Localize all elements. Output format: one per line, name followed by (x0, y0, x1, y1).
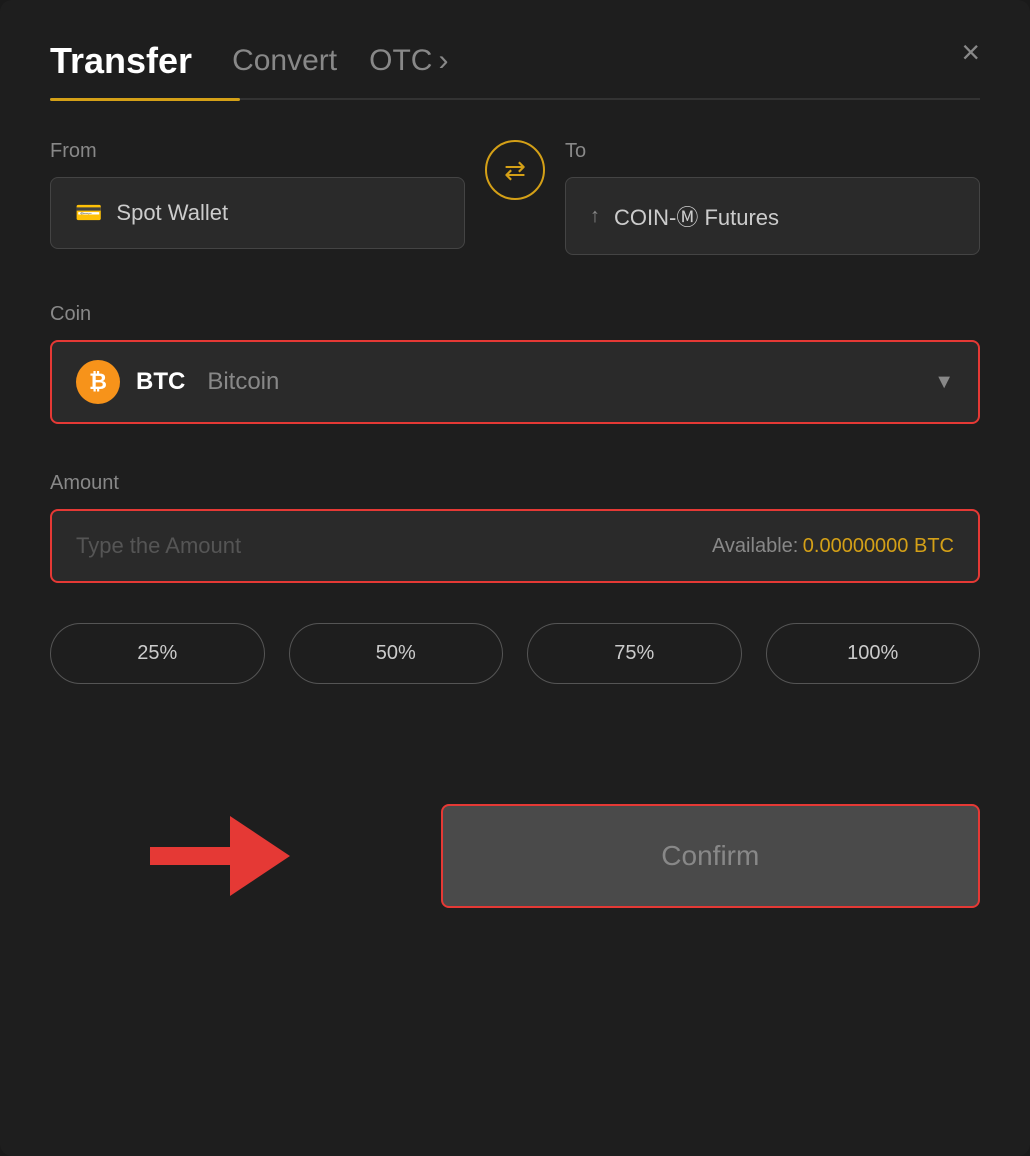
amount-section: Amount Type the Amount Available: 0.0000… (50, 472, 980, 583)
coin-full-name: Bitcoin (207, 368, 279, 396)
btc-coin-icon: ₿ (76, 360, 120, 404)
tab-divider (50, 98, 980, 100)
pct-75-button[interactable]: 75% (527, 623, 742, 684)
from-wallet-label: Spot Wallet (116, 200, 228, 226)
coin-section: Coin ₿ BTC Bitcoin ▼ (50, 303, 980, 424)
arrow-indicator (150, 816, 290, 896)
available-label: Available: (712, 535, 798, 557)
arrow-shaft (150, 847, 230, 865)
wallet-card-icon: 💳 (75, 200, 102, 226)
modal-header: Transfer Convert OTC › × (50, 40, 980, 98)
tab-otc[interactable]: OTC › (369, 44, 448, 94)
arrow-head (230, 816, 290, 896)
close-button[interactable]: × (961, 36, 980, 68)
swap-button[interactable]: ⇄ (485, 140, 545, 200)
tab-convert[interactable]: Convert (232, 44, 337, 94)
futures-icon: ↑ (590, 205, 600, 228)
to-block: To ↑ COIN-Ⓜ Futures (565, 140, 980, 255)
active-tab-indicator (50, 98, 240, 101)
amount-label: Amount (50, 472, 980, 495)
to-label: To (565, 140, 980, 163)
amount-input-container[interactable]: Type the Amount Available: 0.00000000 BT… (50, 509, 980, 583)
confirm-button[interactable]: Confirm (441, 804, 980, 908)
pct-100-button[interactable]: 100% (766, 623, 981, 684)
coin-symbol: BTC (136, 368, 185, 396)
from-to-section: From 💳 Spot Wallet ⇄ To ↑ COIN-Ⓜ Futures (50, 140, 980, 255)
from-block: From 💳 Spot Wallet (50, 140, 465, 249)
from-wallet-selector[interactable]: 💳 Spot Wallet (50, 177, 465, 249)
coin-label: Coin (50, 303, 980, 326)
available-value: 0.00000000 BTC (803, 535, 954, 557)
swap-button-container: ⇄ (465, 140, 565, 214)
to-wallet-label: COIN-Ⓜ Futures (614, 200, 779, 232)
transfer-modal: Transfer Convert OTC › × From 💳 Spot Wal… (0, 0, 1030, 1156)
pct-50-button[interactable]: 50% (289, 623, 504, 684)
to-wallet-selector[interactable]: ↑ COIN-Ⓜ Futures (565, 177, 980, 255)
swap-icon: ⇄ (504, 155, 526, 186)
coin-selector[interactable]: ₿ BTC Bitcoin ▼ (50, 340, 980, 424)
available-info: Available: 0.00000000 BTC (712, 535, 954, 558)
tab-transfer[interactable]: Transfer (50, 40, 192, 98)
percentage-buttons: 25% 50% 75% 100% (50, 623, 980, 684)
chevron-down-icon: ▼ (934, 371, 954, 394)
confirm-section: Confirm (50, 804, 980, 908)
amount-placeholder: Type the Amount (76, 533, 241, 559)
pct-25-button[interactable]: 25% (50, 623, 265, 684)
from-label: From (50, 140, 465, 163)
